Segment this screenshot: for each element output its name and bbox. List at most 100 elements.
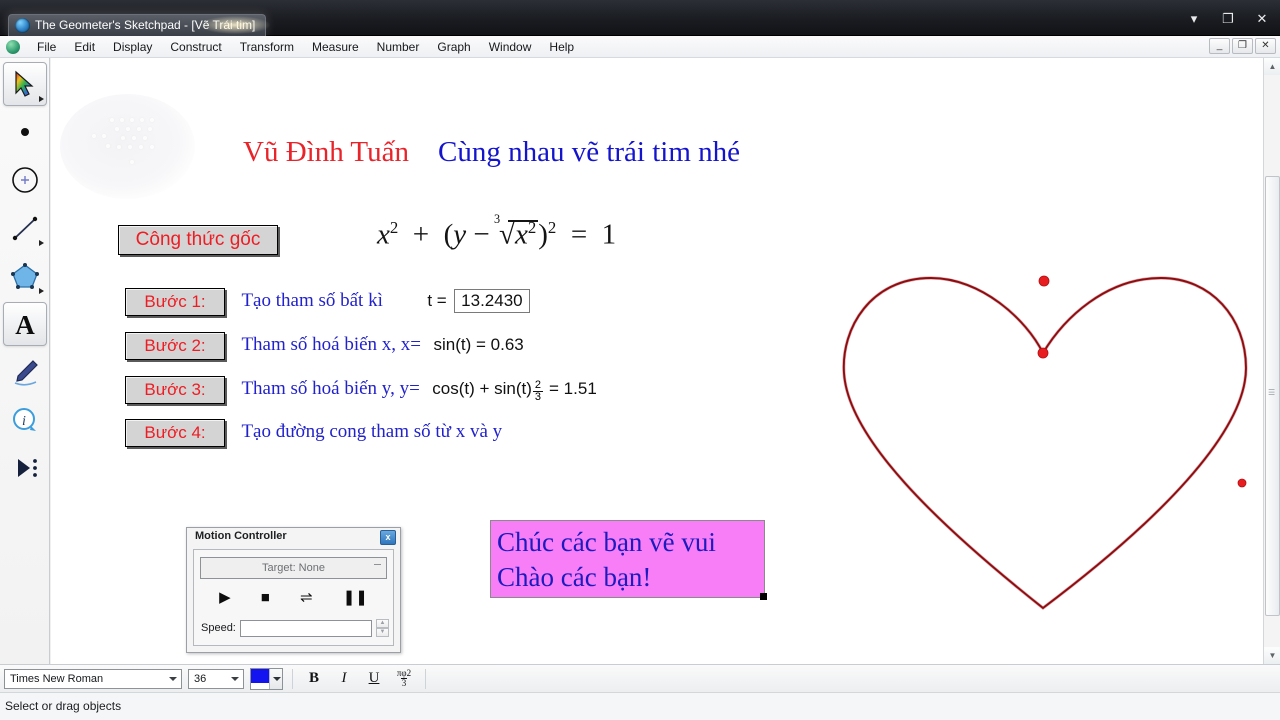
pause-icon[interactable]: ❚❚ — [343, 590, 368, 605]
svg-text:A: A — [15, 310, 35, 339]
stop-icon[interactable]: ■ — [261, 590, 270, 605]
information-tool[interactable]: i — [3, 398, 47, 442]
chevron-down-icon[interactable]: ▾ — [1186, 12, 1202, 26]
menu-item-window[interactable]: Window — [480, 37, 541, 57]
restore-icon[interactable]: ❐ — [1220, 12, 1236, 26]
toolbar-separator — [425, 668, 426, 689]
step-2-description: Tham số hoá biến x, x= — [241, 334, 422, 356]
point-tool[interactable] — [3, 110, 47, 154]
motion-transport-controls: ▶ ■ ⇌ ❚❚ — [204, 586, 383, 608]
custom-tool[interactable] — [3, 446, 47, 490]
menu-item-construct[interactable]: Construct — [161, 37, 230, 57]
scroll-grip-icon: ☰ — [1268, 388, 1276, 397]
speed-stepper[interactable]: ▲ ▼ — [376, 619, 389, 637]
window-taskbar-tab[interactable]: The Geometer's Sketchpad - [Vẽ Trái tim] — [8, 14, 267, 36]
message-line-2: Chào các bạn! — [497, 562, 652, 592]
speed-input[interactable] — [239, 619, 372, 637]
step-2-math: sin(t) = 0.63 — [433, 335, 524, 355]
step-3-description: Tham số hoá biến y, y= — [241, 378, 420, 400]
font-family-select[interactable]: Times New Roman — [4, 668, 182, 689]
compass-circle-tool[interactable] — [3, 158, 47, 202]
exponent-numerator: 2 — [534, 378, 542, 391]
text-a-icon: A — [15, 310, 35, 339]
scroll-down-icon[interactable]: ▼ — [1264, 647, 1280, 664]
polygon-tool[interactable] — [3, 254, 47, 298]
stepper-up-icon[interactable]: ▲ — [376, 619, 389, 628]
step-3-math-lead: cos(t) + sin(t) — [432, 379, 532, 399]
toolbar-separator — [292, 668, 293, 689]
menu-item-measure[interactable]: Measure — [303, 37, 368, 57]
underline-button[interactable]: U — [362, 668, 386, 690]
bold-button[interactable]: B — [302, 668, 326, 690]
message-line-1: Chúc các bạn vẽ vui — [497, 527, 716, 557]
menu-item-display[interactable]: Display — [104, 37, 161, 57]
step-1-label[interactable]: Bước 1: — [125, 288, 225, 316]
os-window-buttons: ▾ ❐ ✕ — [1186, 12, 1270, 26]
menu-item-graph[interactable]: Graph — [428, 37, 479, 57]
step-2-label[interactable]: Bước 2: — [125, 332, 225, 360]
menu-item-file[interactable]: File — [28, 37, 65, 57]
color-dropdown-button[interactable] — [269, 668, 282, 689]
vertical-scrollbar[interactable]: ▲ ☰ ▼ — [1263, 58, 1280, 664]
cube-root-icon: 3 √ x2 — [494, 212, 539, 251]
italic-button[interactable]: I — [332, 668, 356, 690]
resize-handle[interactable] — [760, 593, 767, 600]
exponent-fraction: 23 — [532, 378, 544, 404]
fraction-numerator: πφ2 — [396, 668, 412, 678]
motion-target-field[interactable]: Target: None — [200, 557, 387, 579]
close-icon[interactable]: ✕ — [1254, 12, 1270, 26]
tool-expand-arrow-icon[interactable] — [38, 288, 44, 294]
tool-expand-arrow-icon[interactable] — [38, 96, 44, 102]
status-bar: Select or drag objects — [0, 692, 1280, 720]
canvas-watermark — [60, 94, 195, 199]
text-tool[interactable]: A — [2, 302, 47, 346]
color-swatch[interactable] — [251, 668, 269, 689]
marker-pen-tool[interactable] — [3, 350, 47, 394]
step-3-label[interactable]: Bước 3: — [125, 376, 225, 404]
scroll-up-icon[interactable]: ▲ — [1264, 58, 1280, 75]
sketchpad-logo-icon — [15, 18, 30, 33]
menu-item-number[interactable]: Number — [368, 37, 429, 57]
close-document-icon[interactable]: ✕ — [1255, 38, 1276, 54]
watermark-dots — [90, 114, 170, 174]
menu-item-help[interactable]: Help — [540, 37, 583, 57]
parameter-t-value[interactable]: 13.2430 — [454, 289, 530, 314]
page-subtitle: Cùng nhau vẽ trái tim nhé — [438, 136, 741, 168]
reverse-icon[interactable]: ⇌ — [300, 590, 313, 605]
message-box[interactable]: Chúc các bạn vẽ vui Chào các bạn! — [490, 520, 767, 600]
font-size-select[interactable]: 36 — [188, 668, 244, 689]
step-4-label[interactable]: Bước 4: — [125, 419, 225, 447]
format-toolbar: Times New Roman 36 B I U πφ2 3 — [0, 664, 1280, 692]
motion-controller-panel[interactable]: Motion Controller x Target: None ▶ ■ ⇌ ❚… — [186, 527, 401, 653]
text-color-picker[interactable] — [250, 667, 283, 690]
close-icon[interactable]: x — [380, 530, 396, 545]
menu-item-transform[interactable]: Transform — [231, 37, 303, 57]
fraction-button[interactable]: πφ2 3 — [392, 668, 416, 690]
chevron-down-icon — [273, 676, 281, 681]
font-size-value: 36 — [194, 672, 207, 685]
point-icon — [20, 128, 29, 136]
tool-expand-arrow-icon[interactable] — [38, 240, 44, 246]
original-formula-label[interactable]: Công thức gốc — [118, 225, 278, 255]
menu-dash-icon — [374, 564, 381, 565]
menubar: File Edit Display Construct Transform Me… — [0, 36, 1280, 58]
chevron-down-icon[interactable] — [169, 676, 177, 681]
straightedge-line-tool[interactable] — [3, 206, 47, 250]
arrow-select-tool[interactable] — [2, 62, 47, 106]
menu-item-edit[interactable]: Edit — [65, 37, 104, 57]
play-icon[interactable]: ▶ — [219, 590, 231, 605]
page-title: Vũ Đình Tuấn Cùng nhau vẽ trái tim nhé — [243, 136, 740, 169]
step-1-description: Tạo tham số bất kì — [241, 290, 383, 312]
os-titlebar: The Geometer's Sketchpad - [Vẽ Trái tim]… — [0, 0, 1280, 36]
heart-point-free[interactable] — [1237, 478, 1247, 488]
heart-point-cleft[interactable] — [1037, 347, 1049, 359]
maximize-icon[interactable]: ❐ — [1232, 38, 1253, 54]
stepper-down-icon[interactable]: ▼ — [376, 628, 389, 637]
heart-curve-figure[interactable] — [776, 223, 1256, 623]
minimize-icon[interactable]: _ — [1209, 38, 1230, 54]
marker-pen-icon — [14, 360, 38, 386]
sketch-canvas[interactable]: Vũ Đình Tuấn Cùng nhau vẽ trái tim nhé C… — [51, 58, 1263, 664]
chevron-down-icon[interactable] — [231, 676, 239, 681]
exponent-denominator: 3 — [532, 391, 544, 404]
heart-point-top[interactable] — [1038, 275, 1050, 287]
